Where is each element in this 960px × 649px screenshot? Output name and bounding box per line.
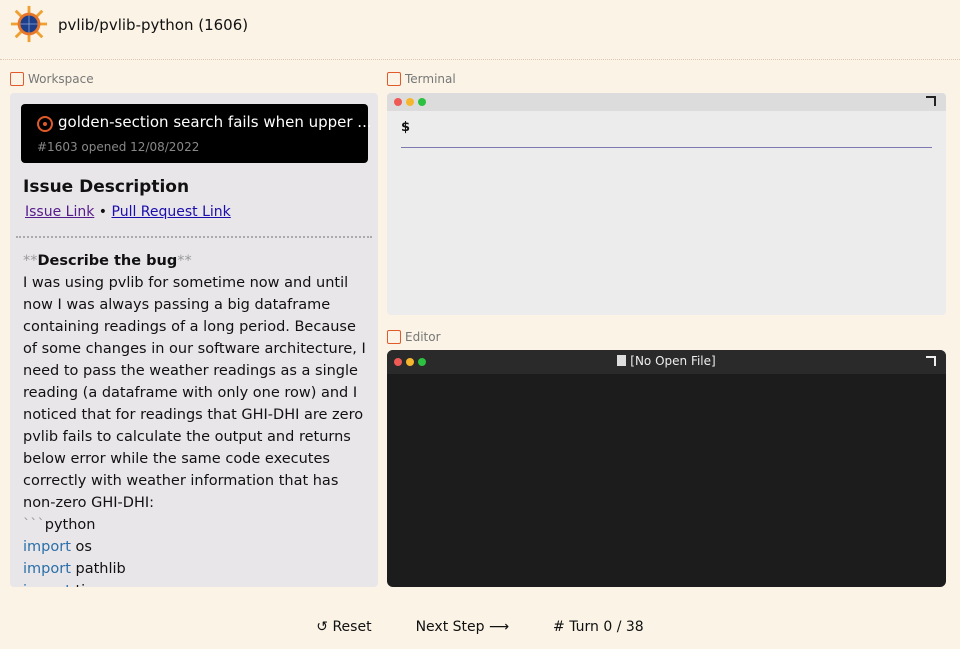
editor-title: [No Open File] [387,354,946,368]
terminal-input-line[interactable] [401,147,932,148]
terminal-label: Terminal [387,72,456,86]
expand-icon[interactable] [926,356,936,366]
minimize-dot-icon[interactable] [406,98,414,106]
issue-links: Issue Link • Pull Request Link [25,204,231,220]
pull-request-link[interactable]: Pull Request Link [112,204,231,220]
turn-counter: # Turn 0 / 38 [553,619,644,635]
close-dot-icon[interactable] [394,98,402,106]
terminal-titlebar [387,93,946,111]
workspace-label-text: Workspace [28,72,94,86]
issue-title: golden-section search fails when upper .… [58,113,372,131]
header: pvlib/pvlib-python (1606) [0,0,960,60]
editor-label-text: Editor [405,330,441,344]
code-fence: ``` [23,517,45,533]
maximize-dot-icon[interactable] [418,98,426,106]
reset-button[interactable]: ↺ Reset [316,619,371,635]
issue-open-icon [37,116,53,132]
terminal-icon [387,72,401,86]
code-keyword: import [23,539,71,555]
pvlib-logo-icon [10,5,48,43]
terminal-panel[interactable]: $ [387,93,946,315]
issue-card[interactable]: golden-section search fails when upper .… [21,104,372,163]
editor-titlebar: [No Open File] [387,350,946,374]
code-text: pathlib [70,561,126,577]
next-step-button[interactable]: Next Step ⟶ [416,619,509,635]
bug-heading: Describe the bug [37,253,178,269]
issue-description-heading: Issue Description [23,177,190,197]
file-icon [617,355,627,366]
editor-label: Editor [387,330,441,344]
page-title: pvlib/pvlib-python (1606) [58,16,249,34]
code-text: time [71,583,108,587]
markdown-mark: ** [23,253,38,269]
issue-meta: #1603 opened 12/08/2022 [37,140,200,154]
code-keyword: import [23,561,71,577]
code-line: import os [23,536,373,558]
workspace-panel[interactable]: golden-section search fails when upper .… [10,93,378,587]
workspace-label: Workspace [10,72,94,86]
markdown-mark: ** [177,253,192,269]
code-keyword: import [23,583,71,587]
link-separator: • [98,204,108,220]
bug-paragraph: I was using pvlib for sometime now and u… [23,275,366,511]
code-line: import pathlib [23,558,373,580]
document-icon [10,72,24,86]
expand-icon[interactable] [926,96,936,106]
code-line: import time [23,580,373,587]
monitor-icon [387,330,401,344]
code-text: os [70,539,92,555]
controls: ↺ Reset Next Step ⟶ # Turn 0 / 38 [0,619,960,635]
terminal-prompt: $ [401,120,411,135]
divider [16,236,372,238]
issue-body: **Describe the bug** I was using pvlib f… [23,250,373,587]
editor-file-title: [No Open File] [630,354,716,368]
editor-panel[interactable]: [No Open File] [387,350,946,587]
terminal-label-text: Terminal [405,72,456,86]
code-lang: python [44,517,96,533]
issue-link[interactable]: Issue Link [25,204,94,220]
